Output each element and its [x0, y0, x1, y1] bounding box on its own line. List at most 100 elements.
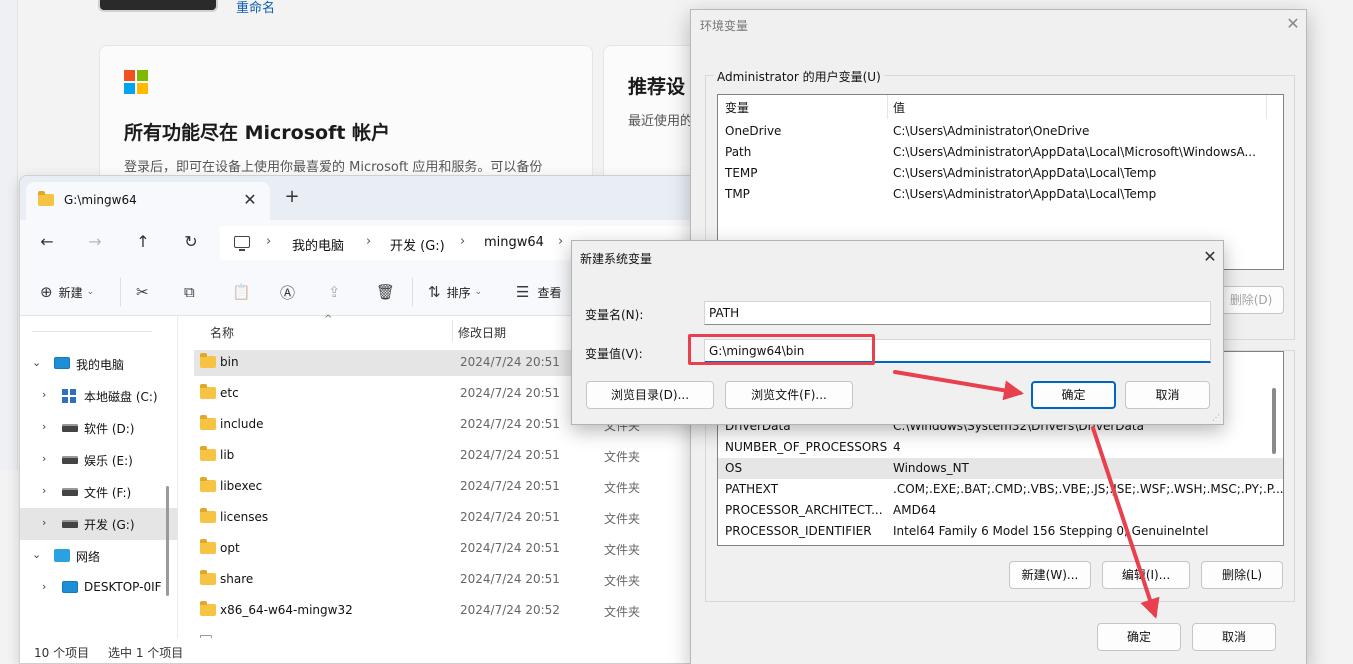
user-var-row[interactable]: OneDrive C:\Users\Administrator\OneDrive [718, 121, 1283, 142]
system-list-scrollbar[interactable] [1272, 388, 1276, 454]
user-variables-label: Administrator 的用户变量(U) [714, 68, 884, 85]
sys-var-row[interactable]: OS Windows_NT [718, 458, 1283, 479]
column-header-variable[interactable]: 变量 [725, 99, 749, 116]
sort-button-label: 排序 [446, 285, 471, 300]
nav-item-drive-e[interactable]: › 娱乐 (E:) [20, 444, 178, 476]
close-icon[interactable]: ✕ [1200, 247, 1220, 266]
refresh-icon[interactable]: ↻ [180, 232, 202, 254]
microsoft-logo-icon [124, 70, 148, 94]
var-value: Windows_NT [893, 461, 969, 475]
dialog-title: 新建系统变量 [580, 252, 653, 266]
chevron-down-icon[interactable]: ⌄ [32, 548, 41, 561]
browse-directory-button[interactable]: 浏览目录(D)... [586, 381, 714, 409]
var-value: C:\Users\Administrator\OneDrive [893, 124, 1090, 138]
chevron-right-icon[interactable]: › [42, 484, 46, 497]
sys-var-row[interactable]: PATHEXT .COM;.EXE;.BAT;.CMD;.VBS;.VBE;.J… [718, 479, 1283, 500]
nav-item-network[interactable]: ⌄ 网络 [20, 540, 178, 572]
close-icon[interactable]: ✕ [1283, 14, 1303, 33]
delete-icon[interactable]: 🗑 [376, 280, 395, 304]
breadcrumb-my-computer[interactable]: 我的电脑 [292, 235, 344, 254]
new-tab-button[interactable]: + [282, 186, 302, 207]
file-row[interactable]: libexec 2024/7/24 20:51 文件夹 [194, 474, 694, 500]
sys-var-row[interactable]: PROCESSOR_ARCHITECT... AMD64 [718, 500, 1283, 521]
chevron-right-icon[interactable]: › [42, 516, 46, 529]
chevron-right-icon[interactable]: › [42, 580, 46, 593]
sort-icon: ⇅ [428, 283, 441, 301]
var-value: C:\Users\Administrator\AppData\Local\Mic… [893, 145, 1256, 159]
paste-icon[interactable]: 📋 [232, 280, 251, 304]
rename-icon[interactable]: Ⓐ [280, 280, 295, 304]
sys-var-row[interactable]: PROCESSOR_IDENTIFIER Intel64 Family 6 Mo… [718, 521, 1283, 542]
system-new-button[interactable]: 新建(W)... [1009, 561, 1091, 589]
nav-item-my-computer[interactable]: ⌄ 我的电脑 [20, 348, 178, 380]
file-name: bin [220, 355, 239, 369]
column-header-name[interactable]: 名称 [210, 324, 234, 341]
file-row[interactable]: x86_64-w64-mingw32 2024/7/24 20:52 文件夹 [194, 598, 694, 624]
variable-value-label: 变量值(V): [585, 347, 643, 361]
chevron-down-icon[interactable]: ⌄ [32, 356, 41, 369]
column-divider[interactable] [452, 320, 453, 342]
new-var-ok-button[interactable]: 确定 [1031, 381, 1116, 409]
file-row[interactable]: opt 2024/7/24 20:51 文件夹 [194, 536, 694, 562]
tab-close-icon[interactable]: ✕ [240, 190, 260, 209]
var-value: Intel64 Family 6 Model 156 Stepping 0, G… [893, 524, 1209, 538]
user-var-row[interactable]: Path C:\Users\Administrator\AppData\Loca… [718, 142, 1283, 163]
share-icon[interactable]: ⇪ [328, 280, 341, 304]
var-name: NUMBER_OF_PROCESSORS [725, 440, 888, 454]
env-cancel-button[interactable]: 取消 [1192, 623, 1276, 651]
computer-icon [234, 236, 250, 251]
system-delete-button[interactable]: 删除(L) [1201, 561, 1283, 589]
var-name: PATHEXT [725, 482, 779, 496]
toolbar-divider [412, 278, 413, 306]
chevron-right-icon[interactable]: › [42, 420, 46, 433]
file-date: 2024/7/24 20:52 [460, 603, 560, 617]
nav-scrollbar[interactable] [166, 486, 169, 596]
chevron-down-icon: ⌄ [86, 287, 95, 297]
column-divider[interactable] [1266, 95, 1267, 119]
nav-item-label: 网络 [76, 550, 101, 564]
back-arrow-icon[interactable]: ← [36, 232, 58, 254]
file-name: etc [220, 386, 239, 400]
view-button[interactable]: ☰ 查看 [516, 280, 561, 304]
sort-button[interactable]: ⇅ 排序 ⌄ [428, 280, 482, 304]
user-var-row[interactable]: TEMP C:\Users\Administrator\AppData\Loca… [718, 163, 1283, 184]
rename-link[interactable]: 重命名 [236, 0, 275, 16]
user-var-row[interactable]: TMP C:\Users\Administrator\AppData\Local… [718, 184, 1283, 205]
browse-file-button[interactable]: 浏览文件(F)... [725, 381, 853, 409]
nav-item-drive-d[interactable]: › 软件 (D:) [20, 412, 178, 444]
variable-name-input[interactable] [704, 301, 1211, 325]
new-var-cancel-button[interactable]: 取消 [1125, 381, 1210, 409]
new-button[interactable]: ⊕ 新建 ⌄ [40, 280, 94, 304]
nav-item-label: 开发 (G:) [84, 518, 135, 532]
nav-item-label: 软件 (D:) [84, 422, 135, 436]
var-name: Path [725, 145, 752, 159]
explorer-tab[interactable]: G:\mingw64 ✕ [26, 182, 270, 220]
file-row[interactable]: share 2024/7/24 20:51 文件夹 [194, 567, 694, 593]
breadcrumb-mingw64[interactable]: mingw64 [484, 235, 544, 250]
breadcrumb-drive-g[interactable]: 开发 (G:) [390, 235, 445, 254]
nav-item-desktop[interactable]: › DESKTOP-0IF [20, 572, 178, 604]
chevron-right-icon[interactable]: › [42, 388, 46, 401]
file-row[interactable]: lib 2024/7/24 20:51 文件夹 [194, 443, 694, 469]
cut-icon[interactable]: ✂ [136, 280, 149, 304]
column-header-value[interactable]: 值 [893, 99, 905, 116]
recommended-card-subtitle: 最近使用的 [628, 114, 694, 129]
nav-item-drive-g[interactable]: › 开发 (G:) [20, 508, 178, 540]
forward-arrow-icon[interactable]: → [84, 232, 106, 254]
chevron-right-icon[interactable]: › [42, 452, 46, 465]
resize-grip-icon[interactable]: ⋰ [1212, 413, 1220, 422]
var-name: OneDrive [725, 124, 782, 138]
file-name: share [220, 572, 254, 586]
sys-var-row[interactable]: NUMBER_OF_PROCESSORS 4 [718, 437, 1283, 458]
file-date: 2024/7/24 20:51 [460, 417, 560, 431]
up-arrow-icon[interactable]: ↑ [132, 232, 154, 254]
file-row[interactable]: licenses 2024/7/24 20:51 文件夹 [194, 505, 694, 531]
column-divider[interactable] [887, 95, 888, 119]
system-edit-button[interactable]: 编辑(I)... [1102, 561, 1190, 589]
nav-item-drive-f[interactable]: › 文件 (F:) [20, 476, 178, 508]
copy-icon[interactable]: ⧉ [184, 280, 195, 304]
column-header-date[interactable]: 修改日期 [458, 324, 506, 341]
env-ok-button[interactable]: 确定 [1097, 623, 1181, 651]
user-delete-button[interactable]: 删除(D) [1218, 286, 1284, 314]
nav-item-drive-c[interactable]: › 本地磁盘 (C:) [20, 380, 178, 412]
